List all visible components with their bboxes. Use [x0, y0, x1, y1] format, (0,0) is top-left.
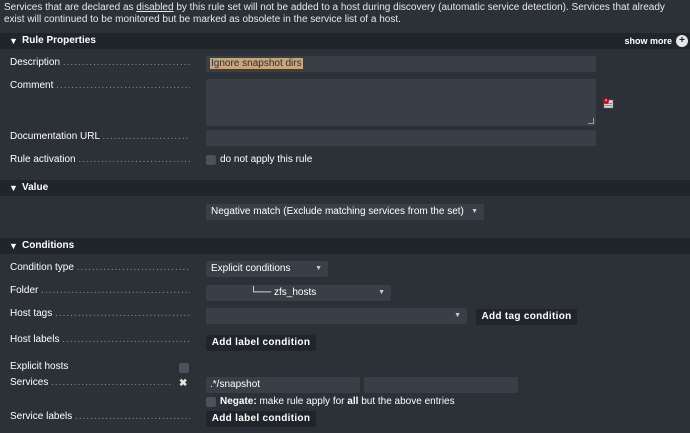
insert-date-icon[interactable]	[602, 97, 614, 109]
chevron-down-icon: ▼	[454, 312, 461, 319]
doc-url-input[interactable]	[206, 130, 596, 146]
match-type-dropdown[interactable]: Negative match (Exclude matching service…	[206, 204, 484, 220]
condition-type-dropdown[interactable]: Explicit conditions ▼	[206, 261, 328, 277]
services-label: Services ...............................…	[10, 377, 173, 388]
host-labels-label: Host labels ............................…	[10, 334, 190, 345]
service-pattern-input[interactable]: .*/snapshot	[206, 377, 360, 393]
dropdown-value: Negative match (Exclude matching service…	[211, 206, 464, 217]
section-title: Rule Properties	[22, 35, 96, 46]
dropdown-value: └── zfs_hosts	[250, 287, 317, 298]
label-text: Service labels	[10, 411, 73, 422]
label-text: Folder	[10, 285, 39, 296]
collapse-triangle-icon[interactable]: ▼	[9, 180, 18, 196]
description-input[interactable]: Ignore snapshot dirs	[206, 56, 596, 72]
add-service-label-condition-button[interactable]: Add label condition	[206, 411, 316, 427]
section-title: Conditions	[22, 240, 75, 251]
rule-activation-label: Rule activation ........................…	[10, 154, 190, 165]
negate-all: all	[347, 396, 359, 407]
service-labels-label: Service labels .........................…	[10, 411, 190, 422]
value-header[interactable]: ▼ Value	[0, 180, 690, 196]
chevron-down-icon: ▼	[315, 265, 322, 272]
folder-dropdown[interactable]: └── zfs_hosts ▼	[206, 285, 391, 301]
comment-label: Comment ................................…	[10, 80, 190, 91]
conditions-header[interactable]: ▼ Conditions	[0, 238, 690, 254]
negate-text-2: but the above entries	[358, 396, 455, 407]
close-icon[interactable]: ✖	[179, 378, 187, 389]
rule-properties-header[interactable]: ▼ Rule Properties show more +	[0, 33, 690, 49]
label-text: Condition type	[10, 262, 74, 273]
intro-part1: Services that are declared as	[4, 2, 137, 13]
add-tag-condition-button[interactable]: Add tag condition	[476, 309, 577, 325]
negate-text-1: make rule apply for	[256, 396, 348, 407]
label-text: Host labels	[10, 334, 60, 345]
explicit-hosts-checkbox[interactable]	[179, 363, 189, 373]
plus-icon[interactable]: +	[676, 35, 688, 47]
show-more-link[interactable]: show more	[624, 33, 672, 49]
chevron-down-icon: ▼	[471, 208, 478, 215]
negate-checkbox[interactable]	[206, 397, 216, 407]
label-text: Rule activation	[10, 154, 76, 165]
condition-type-label: Condition type .........................…	[10, 262, 190, 273]
chevron-down-icon: ▼	[378, 289, 385, 296]
label-text: Description	[10, 57, 61, 68]
service-pattern-input-empty[interactable]	[364, 377, 518, 393]
section-title: Value	[22, 182, 49, 193]
host-tags-dropdown[interactable]: ▼	[206, 308, 467, 324]
comment-textarea[interactable]	[206, 79, 596, 126]
negate-bold: Negate:	[220, 396, 257, 407]
doc-url-label: Documentation URL ......................…	[10, 131, 190, 142]
label-text: Comment	[10, 80, 54, 91]
resize-grip-icon[interactable]	[588, 118, 594, 124]
host-tags-label: Host tags ..............................…	[10, 308, 190, 319]
intro-text: Services that are declared as disabled b…	[4, 2, 688, 26]
disable-rule-checkbox[interactable]	[206, 155, 216, 165]
label-text: Explicit hosts	[10, 361, 69, 372]
disabled-link[interactable]: disabled	[136, 2, 173, 13]
description-value: Ignore snapshot dirs	[210, 58, 303, 69]
negate-text: Negate: make rule apply for all but the …	[220, 396, 455, 408]
add-host-label-condition-button[interactable]: Add label condition	[206, 335, 316, 351]
label-text: Documentation URL	[10, 131, 100, 142]
label-text: Services	[10, 377, 49, 388]
collapse-triangle-icon[interactable]: ▼	[9, 33, 18, 49]
description-label: Description ............................…	[10, 57, 190, 68]
service-pattern-value: .*/snapshot	[210, 379, 261, 390]
collapse-triangle-icon[interactable]: ▼	[9, 238, 18, 254]
folder-label: Folder .................................…	[10, 285, 190, 296]
explicit-hosts-label: Explicit hosts	[10, 360, 170, 374]
label-text: Host tags	[10, 308, 53, 319]
dropdown-value: Explicit conditions	[211, 263, 291, 274]
disable-rule-text: do not apply this rule	[220, 154, 313, 165]
